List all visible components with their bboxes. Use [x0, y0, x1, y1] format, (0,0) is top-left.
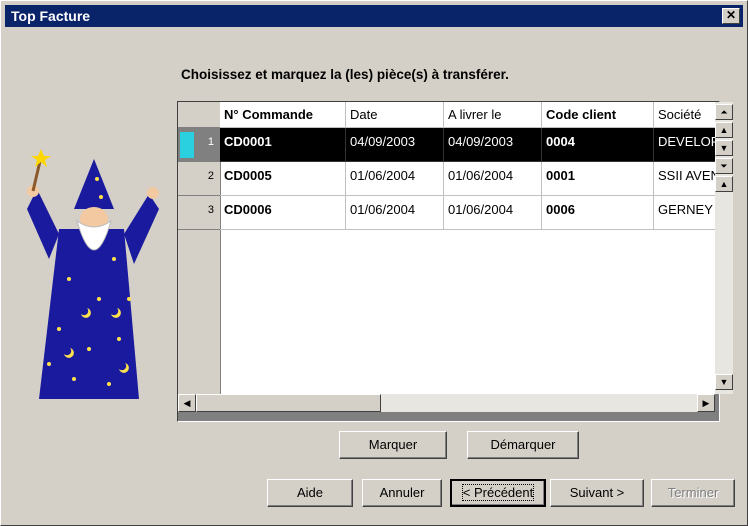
- cell-commande[interactable]: CD0005: [220, 162, 346, 196]
- wizard-illustration: [27, 149, 159, 399]
- instruction-text: Choisissez et marquez la (les) pièce(s) …: [181, 67, 509, 82]
- cell-date[interactable]: 04/09/2003: [346, 128, 444, 162]
- cell-livrer[interactable]: 01/06/2004: [444, 162, 542, 196]
- cell-date[interactable]: 01/06/2004: [346, 162, 444, 196]
- terminer-button[interactable]: Terminer: [651, 479, 735, 507]
- arrow-down-icon: ▼: [719, 143, 729, 153]
- last-icon: ⏷: [720, 161, 728, 171]
- column-header-date[interactable]: Date: [346, 102, 444, 128]
- table-row[interactable]: 3 CD0006 01/06/2004 01/06/2004 0006 GERN…: [178, 196, 715, 230]
- suivant-label: Suivant >: [569, 485, 625, 500]
- orders-grid[interactable]: N° Commande Date A livrer le Code client…: [177, 101, 733, 422]
- terminer-label: Terminer: [667, 485, 719, 500]
- precedent-label: < Précédent: [461, 484, 535, 501]
- cell-livrer[interactable]: 04/09/2003: [444, 128, 542, 162]
- table-row[interactable]: 2 CD0005 01/06/2004 01/06/2004 0001 SSII…: [178, 162, 715, 196]
- aide-label: Aide: [296, 485, 324, 500]
- table-row[interactable]: 1 CD0001 04/09/2003 04/09/2003 0004 DEVE…: [178, 128, 715, 162]
- column-header-societe[interactable]: Société: [654, 102, 715, 128]
- grid-body: N° Commande Date A livrer le Code client…: [178, 102, 715, 394]
- cell-date[interactable]: 01/06/2004: [346, 196, 444, 230]
- scroll-bottom-button[interactable]: ⏷: [715, 158, 733, 174]
- cell-societe[interactable]: DEVELOPPEMENT: [654, 128, 715, 162]
- scroll-top-button[interactable]: ⏶: [715, 104, 733, 120]
- cell-client[interactable]: 0006: [542, 196, 654, 230]
- demarquer-label: Démarquer: [490, 437, 556, 452]
- demarquer-button[interactable]: Démarquer: [467, 431, 579, 459]
- aide-button[interactable]: Aide: [267, 479, 353, 507]
- marquer-label: Marquer: [368, 437, 418, 452]
- cell-client[interactable]: 0004: [542, 128, 654, 162]
- cell-societe[interactable]: SSII AVENIR: [654, 162, 715, 196]
- cell-commande[interactable]: CD0006: [220, 196, 346, 230]
- cell-livrer[interactable]: 01/06/2004: [444, 196, 542, 230]
- column-header-livrer[interactable]: A livrer le: [444, 102, 542, 128]
- scroll-up-button[interactable]: ▲: [715, 176, 733, 192]
- marquer-button[interactable]: Marquer: [339, 431, 447, 459]
- title-bar[interactable]: Top Facture ✕: [5, 5, 743, 27]
- row-number: 3: [178, 196, 220, 230]
- cell-societe[interactable]: GERNEY: [654, 196, 715, 230]
- annuler-button[interactable]: Annuler: [362, 479, 442, 507]
- row-cursor: [180, 132, 194, 158]
- arrow-down-icon: ▼: [719, 377, 729, 387]
- scroll-left-button[interactable]: ◀: [178, 394, 196, 412]
- close-icon: ✕: [725, 8, 737, 22]
- close-button[interactable]: ✕: [722, 8, 740, 24]
- annuler-label: Annuler: [379, 485, 425, 500]
- column-header-commande[interactable]: N° Commande: [220, 102, 346, 128]
- scroll-down-button[interactable]: ▼: [715, 374, 733, 390]
- arrow-up-icon: ▲: [719, 179, 729, 189]
- precedent-button[interactable]: < Précédent: [450, 479, 546, 507]
- scroll-page-up-button[interactable]: ▲: [715, 122, 733, 138]
- wizard-icon: [27, 149, 159, 399]
- cell-client[interactable]: 0001: [542, 162, 654, 196]
- column-header-client[interactable]: Code client: [542, 102, 654, 128]
- horizontal-scroll-thumb[interactable]: [196, 394, 381, 412]
- first-icon: ⏶: [720, 107, 728, 117]
- vertical-scrollbar[interactable]: ⏶ ▲ ▼ ⏷ ▲ ▼: [715, 102, 733, 394]
- dialog-window: Top Facture ✕ Choisissez et marquez la (…: [0, 0, 748, 526]
- row-number: 2: [178, 162, 220, 196]
- suivant-button[interactable]: Suivant >: [550, 479, 644, 507]
- arrow-right-icon: ▶: [702, 398, 710, 408]
- horizontal-scrollbar[interactable]: ◀ ▶: [178, 394, 715, 412]
- arrow-left-icon: ◀: [183, 398, 191, 408]
- scroll-page-down-button[interactable]: ▼: [715, 140, 733, 156]
- arrow-up-icon: ▲: [719, 125, 729, 135]
- scroll-right-button[interactable]: ▶: [697, 394, 715, 412]
- cell-commande[interactable]: CD0001: [220, 128, 346, 162]
- grid-corner: [178, 102, 220, 128]
- window-title: Top Facture: [11, 8, 91, 24]
